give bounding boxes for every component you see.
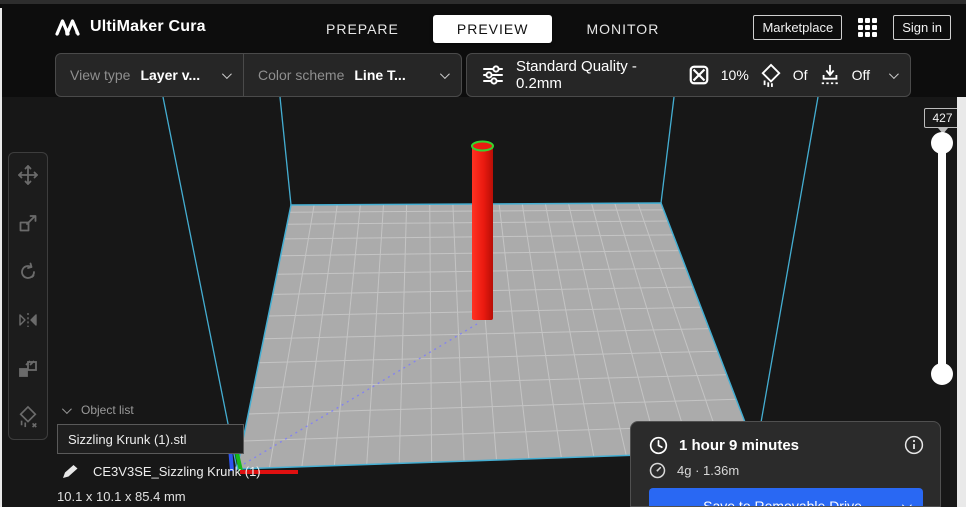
infill-icon <box>688 64 710 86</box>
app-title: UltiMaker Cura <box>90 18 206 35</box>
print-time-row: 1 hour 9 minutes <box>649 435 924 455</box>
infill-value: 10% <box>720 67 749 83</box>
adhesion-value: Off <box>851 67 870 83</box>
support-value: Of <box>792 67 808 83</box>
color-scheme-value: Line T... <box>354 67 406 83</box>
view-type-value: Layer v... <box>140 67 201 83</box>
save-button-label: Save to Removable Drive <box>703 498 862 507</box>
layer-slider-top-handle[interactable] <box>931 132 953 154</box>
stage-tabs: PREPARE PREVIEW MONITOR <box>322 12 663 46</box>
clock-icon <box>649 436 668 454</box>
tab-monitor[interactable]: MONITOR <box>582 15 663 43</box>
window-top-border <box>0 0 966 4</box>
chevron-down-icon <box>901 499 912 506</box>
print-profile-value: Standard Quality - 0.2mm <box>516 58 637 92</box>
chevron-down-icon <box>61 403 72 414</box>
save-to-removable-drive-button[interactable]: Save to Removable Drive <box>649 488 923 507</box>
layer-slider-bottom-handle[interactable] <box>931 363 953 385</box>
sign-in-button[interactable]: Sign in <box>893 15 951 40</box>
pencil-icon <box>63 465 78 478</box>
app-logo: UltiMaker Cura <box>55 17 206 37</box>
print-job-panel: 1 hour 9 minutes 4g · 1.36m Save to Remo… <box>630 421 941 507</box>
window-right-border <box>957 97 966 507</box>
app-switcher-icon[interactable] <box>858 18 878 37</box>
layer-number-badge: 427 <box>924 108 961 128</box>
adhesion-icon <box>819 63 841 87</box>
support-icon <box>760 63 782 87</box>
chevron-down-icon <box>439 68 450 79</box>
view-type-label: View type <box>70 67 131 83</box>
print-settings-panel[interactable]: Standard Quality - 0.2mm 10% Of Off <box>466 53 911 97</box>
app-header: UltiMaker Cura PREPARE PREVIEW MONITOR M… <box>0 4 966 52</box>
marketplace-button[interactable]: Marketplace <box>753 15 843 40</box>
mirror-tool-button[interactable] <box>16 308 40 332</box>
view-type-dropdown[interactable]: View type Layer v... <box>56 54 244 96</box>
material-gauge-icon <box>649 462 666 479</box>
chevron-down-icon <box>221 68 232 79</box>
ultimaker-logo-icon <box>55 19 80 36</box>
view-options-panel: View type Layer v... Color scheme Line T… <box>55 53 462 97</box>
model-tools-panel <box>8 152 48 440</box>
printer-info-row: CE3V3SE_Sizzling Krunk (1) <box>62 464 261 479</box>
material-usage-row: 4g · 1.36m <box>649 462 924 479</box>
object-list-toggle[interactable]: Object list <box>61 403 134 417</box>
header-right-group: Marketplace Sign in <box>753 15 951 40</box>
model-cylinder[interactable] <box>471 140 494 321</box>
per-model-settings-button[interactable] <box>16 357 40 381</box>
object-list-item[interactable]: Sizzling Krunk (1).stl <box>57 424 244 454</box>
print-time-value: 1 hour 9 minutes <box>679 436 800 454</box>
scale-tool-button[interactable] <box>16 211 40 235</box>
tab-preview[interactable]: PREVIEW <box>432 15 553 43</box>
color-scheme-dropdown[interactable]: Color scheme Line T... <box>244 54 461 96</box>
model-dimensions: 10.1 x 10.1 x 85.4 mm <box>57 489 186 504</box>
window-left-border <box>0 8 2 507</box>
material-usage-value: 4g · 1.36m <box>677 463 740 478</box>
chevron-down-icon <box>888 68 899 79</box>
tab-prepare[interactable]: PREPARE <box>322 15 403 43</box>
printer-name: CE3V3SE_Sizzling Krunk (1) <box>93 464 261 479</box>
print-settings-sliders-icon <box>481 63 505 87</box>
rotate-tool-button[interactable] <box>16 260 40 284</box>
layer-slider-track[interactable] <box>938 143 946 374</box>
color-scheme-label: Color scheme <box>258 67 345 83</box>
support-blocker-button[interactable] <box>16 405 40 429</box>
object-list-label: Object list <box>81 403 134 417</box>
info-icon[interactable] <box>904 435 924 455</box>
move-tool-button[interactable] <box>16 163 40 187</box>
